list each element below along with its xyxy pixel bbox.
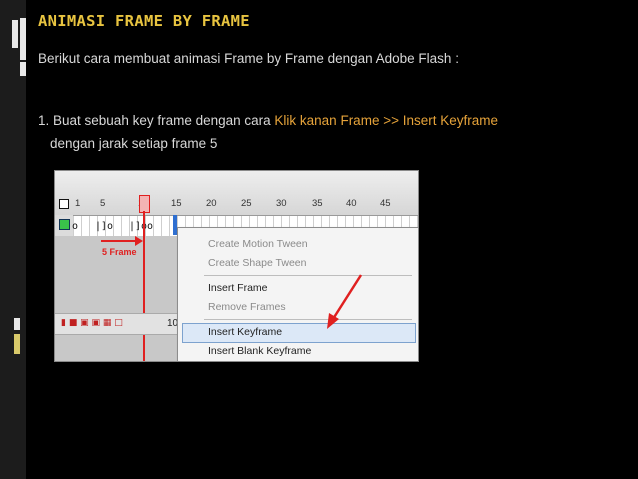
tick-label: 45	[380, 198, 391, 209]
deco-bar	[14, 318, 20, 330]
menu-item-insert-keyframe[interactable]: Insert Keyframe	[208, 326, 282, 338]
step-1-line: 1. Buat sebuah key frame dengan cara Kli…	[38, 113, 498, 128]
tick-label: 30	[276, 198, 287, 209]
flash-screenshot: 1 5 10 15 20 25 30 35 40 45 o |]o |]o o …	[54, 170, 419, 362]
menu-item-insert-blank-keyframe[interactable]: Insert Blank Keyframe	[208, 345, 311, 357]
keyframe-marker: o	[147, 221, 154, 232]
tick-label: 5	[100, 198, 106, 209]
keyframe-marker: o	[72, 221, 79, 232]
timeline-ruler	[55, 171, 418, 215]
layer-color-icon	[59, 219, 70, 230]
arrow-icon	[101, 236, 143, 246]
context-menu: Create Motion Tween Create Shape Tween I…	[177, 227, 418, 361]
deco-bar	[20, 18, 26, 60]
deco-bar	[14, 334, 20, 354]
tick-label: 40	[346, 198, 357, 209]
menu-separator	[204, 319, 412, 320]
toolbar-icons[interactable]: ▮ ■ ▣ ▣ ▦ □	[61, 318, 123, 328]
menu-item-create-shape-tween[interactable]: Create Shape Tween	[208, 257, 306, 269]
frame-indicator-line	[143, 211, 145, 361]
tick-label: 15	[171, 198, 182, 209]
tick-label: 35	[312, 198, 323, 209]
step-1-continuation: dengan jarak setiap frame 5	[50, 136, 218, 151]
tick-label: 20	[206, 198, 217, 209]
deco-bar	[20, 62, 26, 76]
menu-item-create-motion-tween[interactable]: Create Motion Tween	[208, 238, 308, 250]
intro-text: Berikut cara membuat animasi Frame by Fr…	[38, 51, 459, 66]
tick-label: 25	[241, 198, 252, 209]
menu-item-insert-frame[interactable]: Insert Frame	[208, 282, 268, 294]
slide-title: ANIMASI FRAME BY FRAME	[38, 12, 250, 30]
layer-outline-icon	[59, 199, 69, 209]
menu-item-remove-frames[interactable]: Remove Frames	[208, 301, 286, 313]
step-1-text: 1. Buat sebuah key frame dengan cara	[38, 113, 275, 128]
pointer-arrow-icon	[327, 274, 363, 329]
five-frame-annotation: 5 Frame	[102, 247, 137, 257]
menu-separator	[204, 275, 412, 276]
deco-bar	[12, 20, 18, 48]
step-1-highlight: Klik kanan Frame >> Insert Keyframe	[274, 113, 498, 128]
keyframe-marker: |]o	[95, 221, 114, 232]
tick-label: 1	[75, 198, 81, 209]
